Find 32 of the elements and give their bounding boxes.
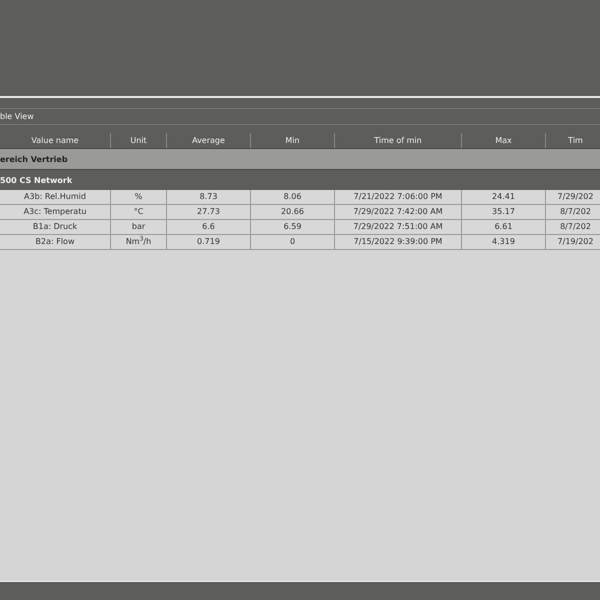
table-cell: 20.66 bbox=[251, 205, 335, 219]
table-cell: 6.61 bbox=[462, 220, 546, 234]
table-cell: 0.719 bbox=[167, 235, 251, 249]
table-cell: 27.73 bbox=[167, 205, 251, 219]
table-cell: 7/15/2022 9:39:00 PM bbox=[335, 235, 462, 249]
table-cell: 6.6 bbox=[167, 220, 251, 234]
table-cell: Nm$^{3}$/h bbox=[111, 235, 167, 249]
table-cell: % bbox=[111, 190, 167, 204]
table-cell: 8.73 bbox=[167, 190, 251, 204]
table-cell: 4.319 bbox=[462, 235, 546, 249]
table-cell: 24.41 bbox=[462, 190, 546, 204]
table-cell: A3b: Rel.Humid bbox=[0, 190, 111, 204]
table-cell: 0 bbox=[251, 235, 335, 249]
table-cell: 7/21/2022 7:06:00 PM bbox=[335, 190, 462, 204]
table-cell: 6.59 bbox=[251, 220, 335, 234]
group-label: ereich Vertrieb bbox=[0, 154, 68, 164]
table-cell: 7/29/2022 7:51:00 AM bbox=[335, 220, 462, 234]
table-cell: bar bbox=[111, 220, 167, 234]
table-cell: 8/7/202 bbox=[546, 205, 600, 219]
table-cell: 7/29/2022 7:42:00 AM bbox=[335, 205, 462, 219]
table-cell: B2a: Flow bbox=[0, 235, 111, 249]
panel-title: ble View bbox=[0, 112, 34, 121]
table-cell: 7/19/202 bbox=[546, 235, 600, 249]
table-cell: 8/7/202 bbox=[546, 220, 600, 234]
group-label: 500 CS Network bbox=[0, 176, 72, 184]
table-cell: °C bbox=[111, 205, 167, 219]
table-cell: 8.06 bbox=[251, 190, 335, 204]
table-cell: 35.17 bbox=[462, 205, 546, 219]
group-row[interactable]: ereich Vertrieb bbox=[0, 148, 600, 169]
table-cell: A3c: Temperatu bbox=[0, 205, 111, 219]
table-cell: 7/29/202 bbox=[546, 190, 600, 204]
table-cell: B1a: Druck bbox=[0, 220, 111, 234]
